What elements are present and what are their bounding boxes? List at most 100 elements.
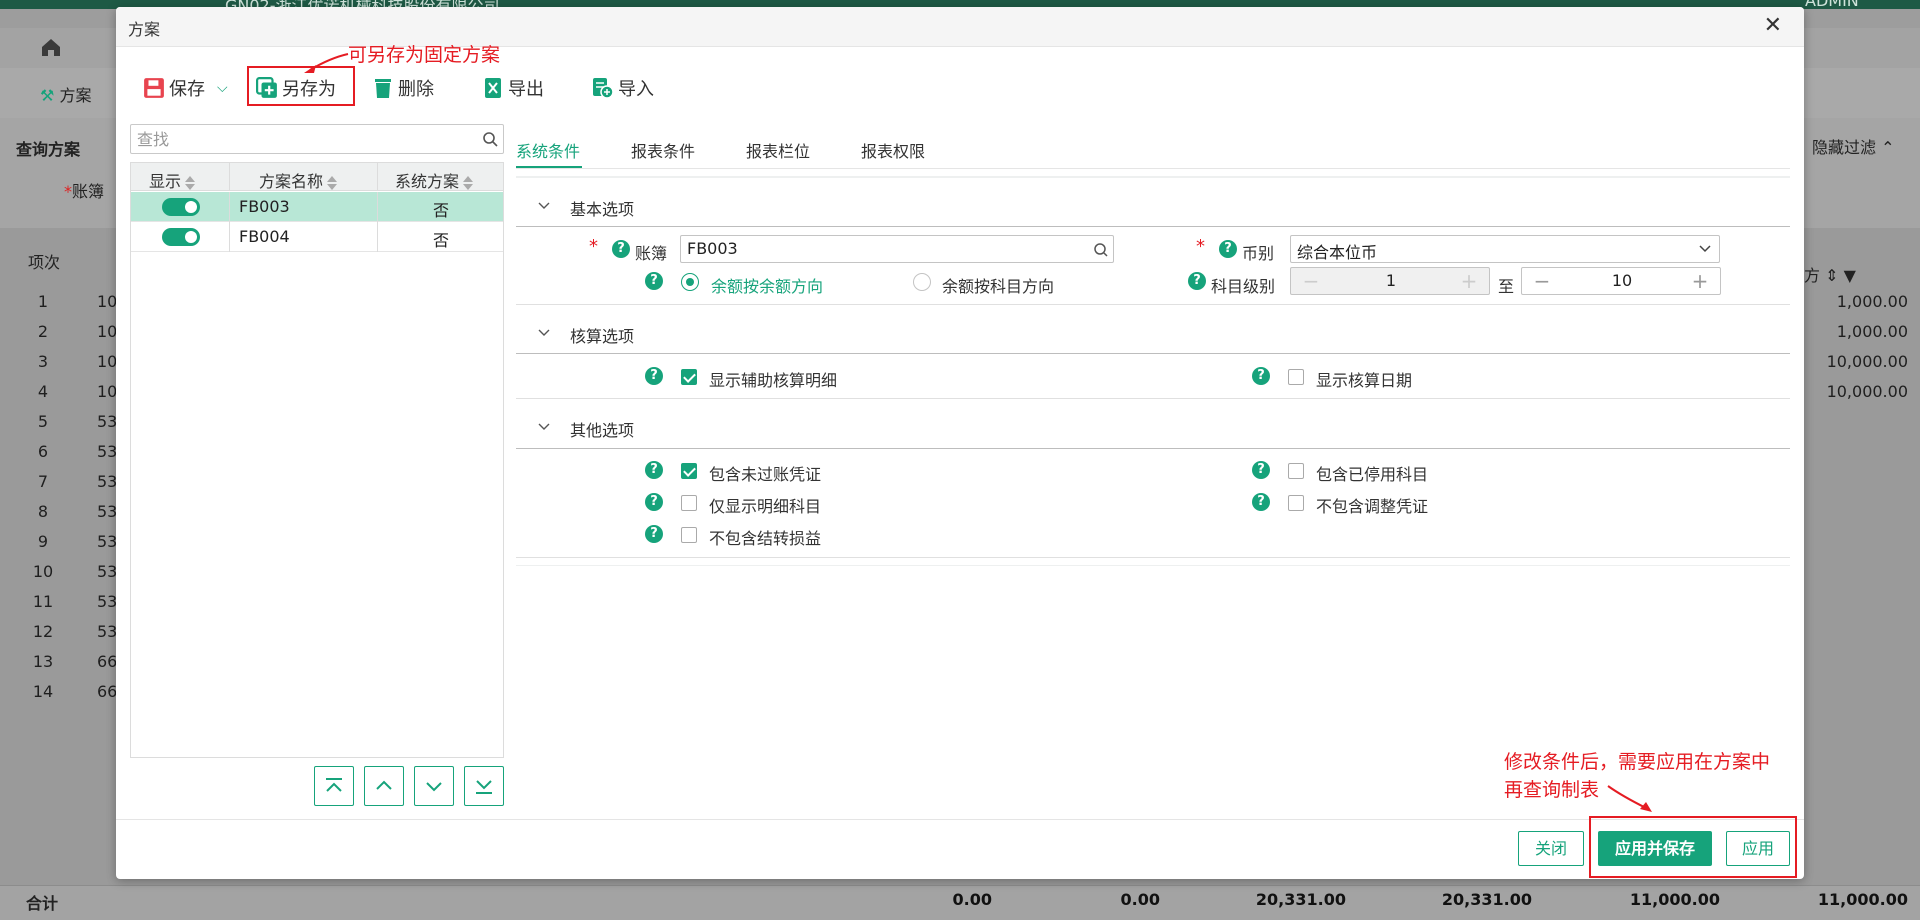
- help-icon[interactable]: ?: [1252, 493, 1270, 511]
- level-to-label: 至: [1498, 277, 1515, 296]
- section-divider: [516, 557, 1790, 558]
- close-icon[interactable]: ✕: [1764, 13, 1782, 39]
- grid-row-code: 66: [97, 682, 118, 701]
- col-system-header[interactable]: 系统方案: [395, 168, 474, 192]
- search-icon[interactable]: [1093, 242, 1109, 258]
- help-icon[interactable]: ?: [645, 367, 663, 385]
- checkbox-acct-date[interactable]: [1288, 369, 1304, 385]
- scheme-table-header: 显示 方案名称 系统方案: [131, 163, 503, 191]
- save-as-button[interactable]: 另存为: [256, 73, 336, 103]
- tab-report-conditions[interactable]: 报表条件: [631, 138, 695, 162]
- search-icon[interactable]: [482, 131, 498, 147]
- help-icon[interactable]: ?: [645, 461, 663, 479]
- tab-system-conditions[interactable]: 系统条件: [516, 138, 580, 162]
- chevron-down-icon[interactable]: [538, 327, 550, 339]
- footer-total-4: 20,331.00: [1441, 890, 1532, 909]
- move-bottom-button[interactable]: [464, 766, 504, 806]
- level-to-stepper[interactable]: − 10 +: [1521, 267, 1721, 295]
- show-toggle[interactable]: [162, 198, 200, 216]
- save-icon: [144, 78, 164, 98]
- move-down-button[interactable]: [414, 766, 454, 806]
- required-mark: *: [589, 236, 598, 257]
- help-icon[interactable]: ?: [1252, 461, 1270, 479]
- help-icon[interactable]: ?: [645, 272, 663, 290]
- checkbox-no-carryover[interactable]: [681, 527, 697, 543]
- excel-icon: [485, 78, 501, 98]
- section-accounting-title: 核算选项: [570, 327, 635, 346]
- checkbox-disabled-accounts[interactable]: [1288, 463, 1304, 479]
- save-label: 保存: [169, 79, 205, 100]
- ledger-field[interactable]: FB003: [680, 235, 1114, 263]
- plus-icon[interactable]: +: [1449, 268, 1489, 294]
- help-icon[interactable]: ?: [645, 525, 663, 543]
- checkbox-acct-date-label: 显示核算日期: [1316, 371, 1413, 390]
- import-button[interactable]: 导入: [592, 73, 654, 103]
- move-top-button[interactable]: [314, 766, 354, 806]
- dialog-title: 方案: [128, 20, 161, 39]
- tab-report-columns[interactable]: 报表栏位: [746, 138, 810, 162]
- close-button[interactable]: 关闭: [1518, 831, 1584, 866]
- footer-total-label: 合计: [26, 894, 59, 913]
- grid-row-code: 53: [97, 412, 118, 431]
- footer-total-1: 0.00: [952, 890, 992, 909]
- minus-icon[interactable]: −: [1522, 268, 1562, 294]
- currency-value: 综合本位币: [1297, 243, 1378, 262]
- grid-row-index: 3: [37, 352, 49, 371]
- delete-button[interactable]: 删除: [372, 73, 434, 103]
- scheme-row[interactable]: FB003 否: [131, 192, 503, 222]
- checkbox-unposted[interactable]: [681, 463, 697, 479]
- help-icon[interactable]: ?: [1252, 367, 1270, 385]
- grid-row-amount: 1,000.00: [1836, 322, 1908, 341]
- scheme-row[interactable]: FB004 否: [131, 222, 503, 252]
- home-icon[interactable]: [40, 37, 62, 57]
- chevron-down-icon[interactable]: ⌵: [217, 80, 228, 96]
- help-icon[interactable]: ?: [645, 493, 663, 511]
- save-button[interactable]: 保存 ⌵: [143, 73, 228, 103]
- radio-balance-direction[interactable]: [681, 273, 699, 291]
- checkbox-aux-detail-label: 显示辅助核算明细: [709, 371, 838, 390]
- move-top-icon: [326, 778, 342, 792]
- checkbox-aux-detail[interactable]: [681, 369, 697, 385]
- chevron-down-icon[interactable]: [538, 421, 550, 433]
- scheme-tab[interactable]: ⚒ 方案: [40, 82, 91, 106]
- help-icon[interactable]: ?: [1219, 240, 1237, 258]
- help-icon[interactable]: ?: [1188, 272, 1206, 290]
- search-input[interactable]: [130, 124, 504, 154]
- dialog-footer-divider: [116, 819, 1804, 820]
- chevron-down-icon[interactable]: [1699, 244, 1711, 254]
- grid-row-code: 10: [97, 322, 118, 341]
- grid-row-code: 53: [97, 442, 118, 461]
- level-from-stepper[interactable]: − 1 +: [1290, 267, 1490, 295]
- hide-filter-button[interactable]: 隐藏过滤 ⌃: [1812, 134, 1895, 158]
- section-divider: [516, 304, 1790, 305]
- chevron-down-icon[interactable]: [538, 200, 550, 212]
- tab-report-permissions[interactable]: 报表权限: [861, 138, 925, 162]
- query-scheme-label: 查询方案: [16, 140, 81, 159]
- grid-row-index: 9: [37, 532, 49, 551]
- apply-highlight-box: [1589, 816, 1797, 878]
- help-icon[interactable]: ?: [612, 240, 630, 258]
- currency-select[interactable]: 综合本位币: [1290, 235, 1720, 263]
- move-up-button[interactable]: [364, 766, 404, 806]
- plus-icon[interactable]: +: [1680, 268, 1720, 294]
- footer-total-5: 11,000.00: [1629, 890, 1720, 909]
- grid-row-code: 10: [97, 382, 118, 401]
- col-show-header[interactable]: 显示: [149, 168, 196, 192]
- scheme-tab-icon: ⚒: [40, 86, 55, 105]
- footer-total-3: 20,331.00: [1255, 890, 1346, 909]
- checkbox-detail-only[interactable]: [681, 495, 697, 511]
- checkbox-no-adjust[interactable]: [1288, 495, 1304, 511]
- grid-row-index: 8: [37, 502, 49, 521]
- scheme-name: FB004: [239, 227, 290, 246]
- col-name-header[interactable]: 方案名称: [259, 168, 338, 192]
- minus-icon[interactable]: −: [1291, 268, 1331, 294]
- show-toggle[interactable]: [162, 228, 200, 246]
- save-as-label: 另存为: [282, 79, 336, 100]
- radio-account-direction[interactable]: [913, 273, 931, 291]
- grid-row-code: 53: [97, 562, 118, 581]
- annotation-arrow-icon: [304, 53, 349, 73]
- export-button[interactable]: 导出: [482, 73, 544, 103]
- save-as-icon: [256, 77, 277, 98]
- annotation-apply-line1: 修改条件后，需要应用在方案中: [1504, 751, 1771, 773]
- section-divider: [516, 448, 1790, 449]
